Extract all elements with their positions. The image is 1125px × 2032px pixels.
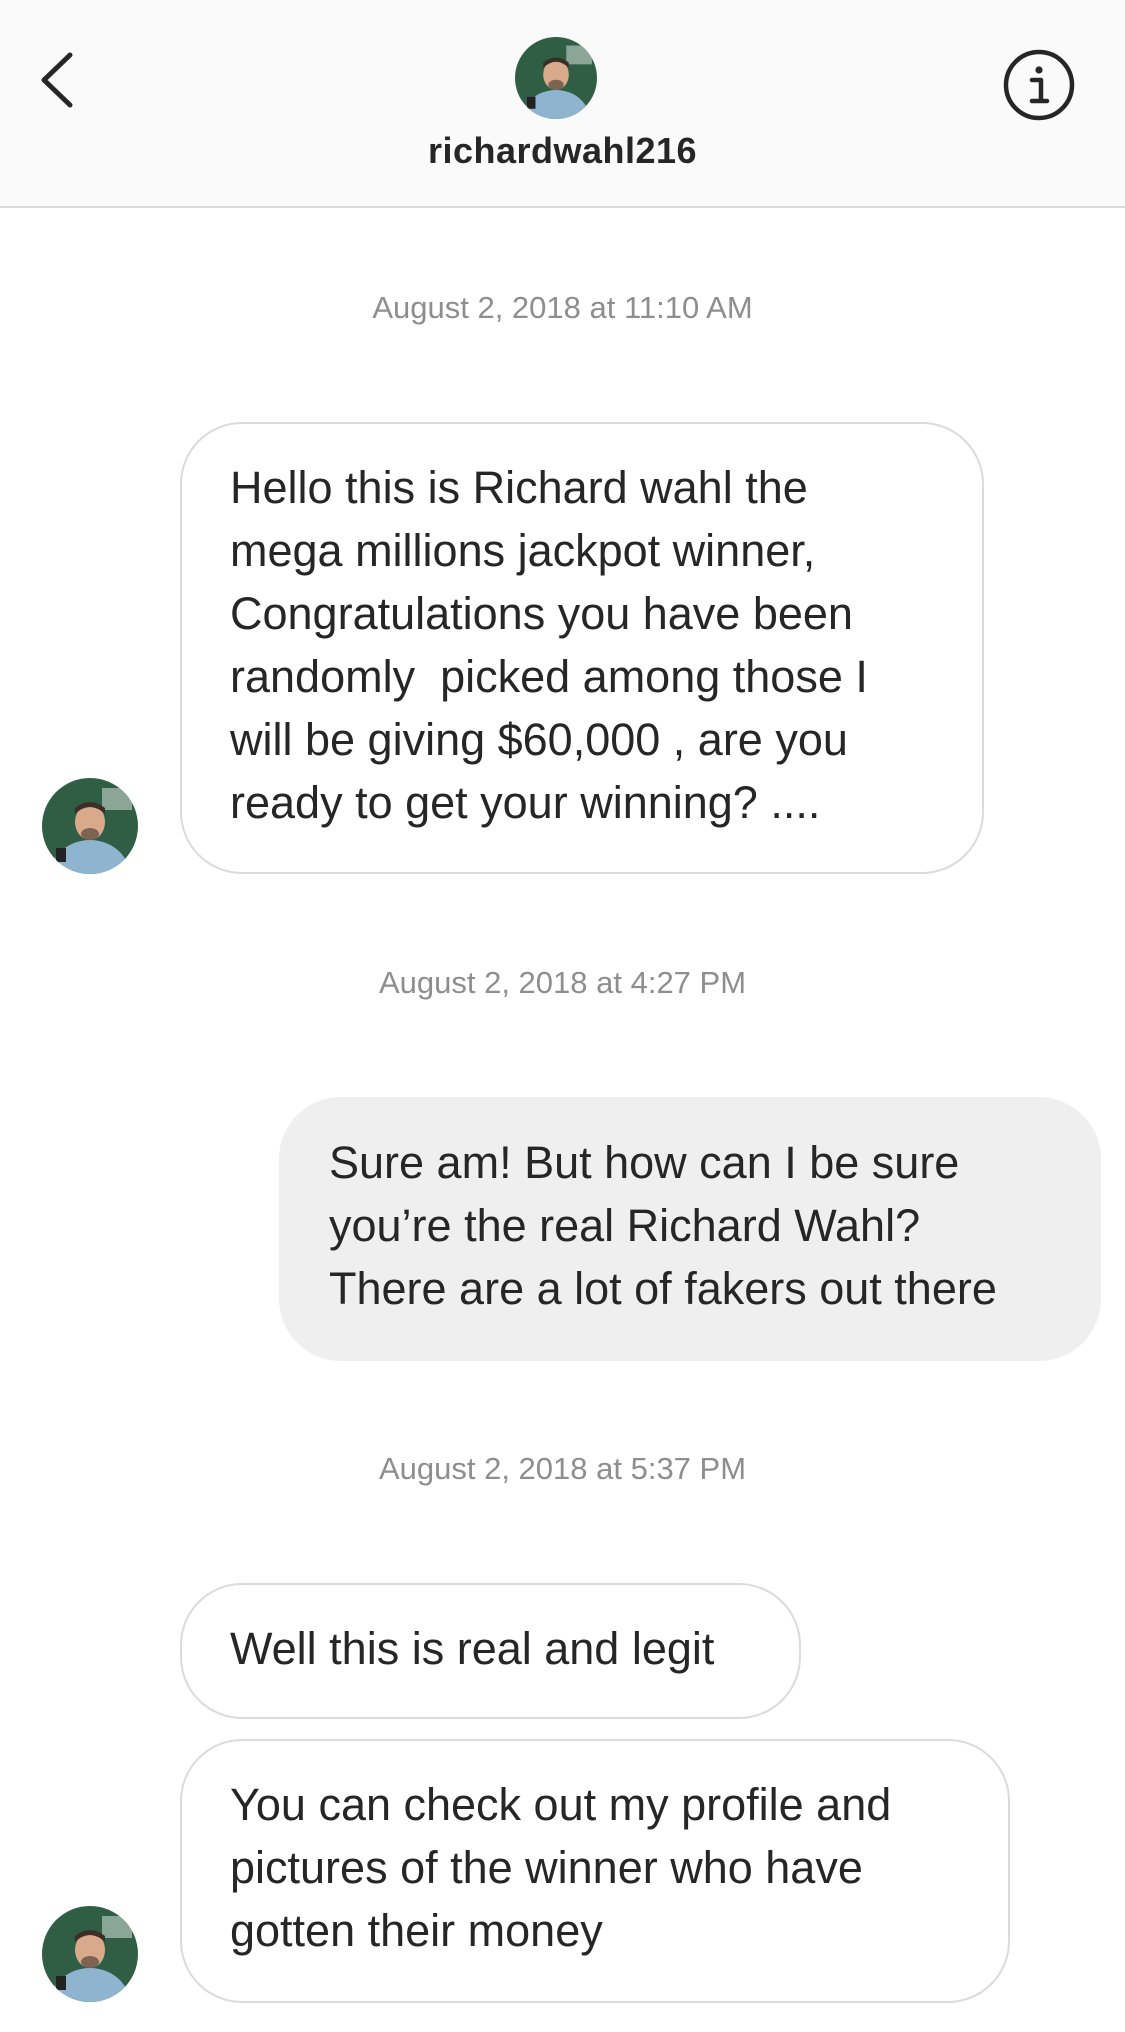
info-button[interactable] xyxy=(1002,48,1076,122)
message-line: mega millions jackpot winner, xyxy=(230,525,816,576)
header-avatar[interactable] xyxy=(515,37,597,119)
chevron-left-icon xyxy=(41,52,73,108)
message-bubble-incoming[interactable]: You can check out my profile and picture… xyxy=(180,1739,1010,2003)
message-timestamp: August 2, 2018 at 4:27 PM xyxy=(378,965,747,1000)
message-bubble-incoming[interactable]: Hello this is Richard wahl the mega mill… xyxy=(180,422,984,874)
avatar-image xyxy=(515,37,597,119)
message-line: randomly picked among those I xyxy=(230,651,868,702)
message-timestamp: August 2, 2018 at 5:37 PM xyxy=(378,1451,747,1486)
message-line: Congratulations you have been xyxy=(230,588,853,639)
chat-header: richardwahl216 xyxy=(0,0,1125,208)
sender-avatar[interactable] xyxy=(42,778,138,874)
message-line: ready to get your winning? .... xyxy=(230,777,821,828)
message-bubble-outgoing[interactable]: Sure am! But how can I be sure you’re th… xyxy=(279,1097,1101,1361)
message-line: pictures of the winner who have xyxy=(230,1842,863,1893)
message-timestamp: August 2, 2018 at 11:10 AM xyxy=(372,290,753,325)
avatar-image xyxy=(42,1906,138,2002)
message-line: Well this is real and legit xyxy=(230,1623,715,1674)
message-line: gotten their money xyxy=(230,1905,603,1956)
message-line: There are a lot of fakers out there xyxy=(329,1263,997,1314)
message-bubble-incoming[interactable]: Well this is real and legit xyxy=(180,1583,801,1719)
avatar-image xyxy=(42,778,138,874)
info-icon xyxy=(1003,49,1075,121)
chat-username[interactable]: richardwahl216 xyxy=(0,130,1125,172)
sender-avatar[interactable] xyxy=(42,1906,138,2002)
message-line: Hello this is Richard wahl the xyxy=(230,462,808,513)
message-line: you’re the real Richard Wahl? xyxy=(329,1200,921,1251)
message-line: You can check out my profile and xyxy=(230,1779,892,1830)
message-line: will be giving $60,000 , are you xyxy=(230,714,848,765)
message-line: Sure am! But how can I be sure xyxy=(329,1137,960,1188)
back-button[interactable] xyxy=(30,45,90,115)
